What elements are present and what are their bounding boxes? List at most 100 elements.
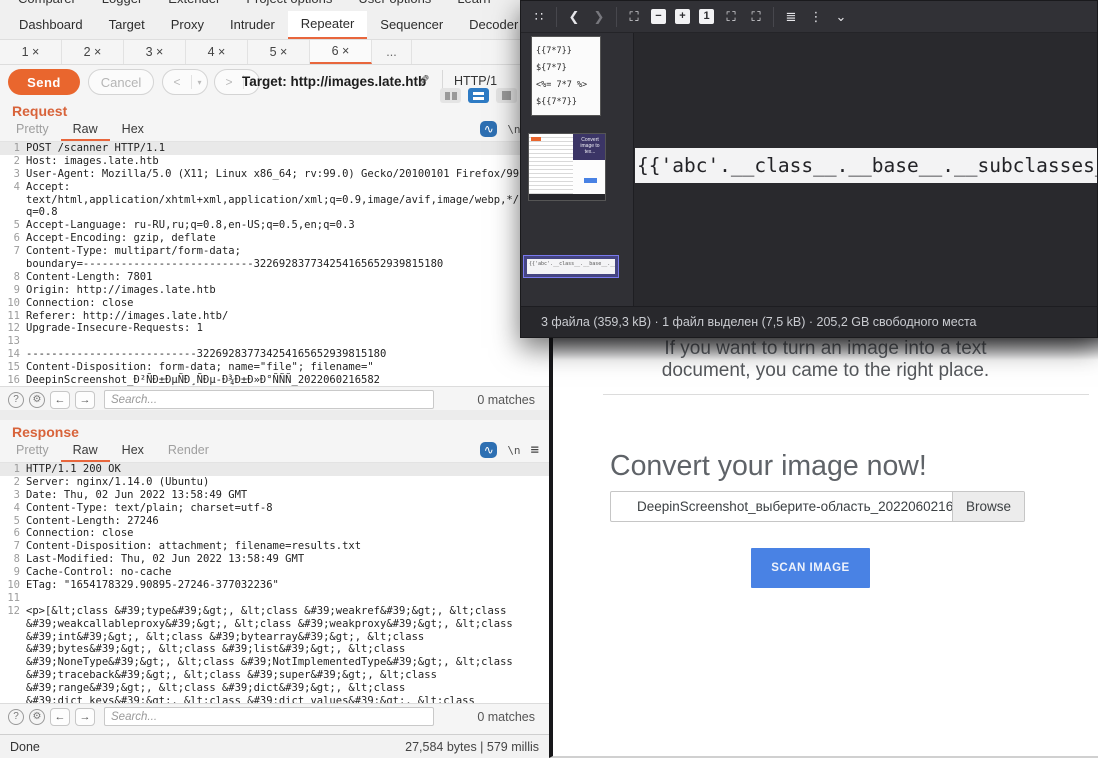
next-match-button[interactable]: →	[75, 708, 95, 726]
prev-match-button[interactable]: ←	[50, 391, 70, 409]
file-upload-input[interactable]: DeepinScreenshot_выберите-область_202206…	[610, 491, 1025, 522]
zoom-out-icon[interactable]: −	[651, 9, 666, 24]
repeater-tab-6[interactable]: 6 ×	[310, 40, 372, 64]
next-match-button[interactable]: →	[75, 391, 95, 409]
code-line: q=0.8	[0, 206, 549, 219]
thumb-text-line: {{7*7}}	[536, 43, 600, 60]
layout-columns-button[interactable]	[440, 88, 461, 103]
panel-layout-buttons	[440, 88, 517, 103]
viewer-thumbnail-panel: {{7*7}}${7*7}<%= 7*7 %>${{7*7}} Convert …	[521, 33, 634, 306]
divider	[603, 394, 1089, 395]
http-version-selector[interactable]: HTTP/1	[454, 74, 497, 88]
collapse-panel-icon[interactable]: ⌄	[833, 9, 849, 25]
code-line: 5Accept-Language: ru-RU,ru;q=0.8,en-US;q…	[0, 219, 549, 232]
repeater-tab-more[interactable]: ...	[372, 40, 412, 64]
repeater-tab-2[interactable]: 2 ×	[62, 40, 124, 64]
repeater-instance-tabs: 1 ×2 ×3 ×4 ×5 ×6 ×...	[0, 40, 549, 65]
code-line: 3User-Agent: Mozilla/5.0 (X11; Linux x86…	[0, 168, 549, 181]
code-line: 7Content-Disposition: attachment; filena…	[0, 540, 549, 553]
tab-repeater[interactable]: Repeater	[288, 11, 367, 39]
thumbnail-view-icon[interactable]: ≣	[783, 9, 799, 25]
tab-logger[interactable]: Logger	[102, 0, 142, 6]
response-editor[interactable]: 1HTTP/1.1 200 OK2Server: nginx/1.14.0 (U…	[0, 462, 549, 703]
repeater-tab-3[interactable]: 3 ×	[124, 40, 186, 64]
request-search-input[interactable]	[104, 390, 434, 409]
code-line: &#39;traceback&#39;&gt;, &lt;class &#39;…	[0, 669, 549, 682]
newline-toggle-icon[interactable]: \n	[507, 123, 520, 136]
tab-sequencer[interactable]: Sequencer	[367, 11, 456, 39]
fit-window-icon[interactable]: ⛶	[723, 9, 739, 25]
tab-proxy[interactable]: Proxy	[158, 11, 217, 39]
response-search-input[interactable]	[104, 707, 434, 726]
code-line: 3Date: Thu, 02 Jun 2022 13:58:49 GMT	[0, 489, 549, 502]
tab-comparer[interactable]: Comparer	[18, 0, 76, 6]
response-tab-raw[interactable]: Raw	[61, 443, 110, 462]
code-line: 4Accept:	[0, 181, 549, 194]
file-count-status: 3 файла (359,3 kB) · 1 файл выделен (7,5…	[541, 315, 977, 329]
more-options-icon[interactable]: ⋮	[808, 9, 824, 25]
thumbnail-selected-payload[interactable]: {{'abc'.__class__.__base__.__subclasses_…	[523, 255, 619, 278]
layout-rows-button[interactable]	[468, 88, 489, 103]
tab-target[interactable]: Target	[96, 11, 158, 39]
image-viewer-window: ∷❮❯⛶−+1⛶⛶≣⋮⌄ {{7*7}}${7*7}<%= 7*7 %>${{7…	[520, 0, 1098, 338]
tab-project-options[interactable]: Project options	[246, 0, 332, 6]
send-button[interactable]: Send	[8, 69, 80, 95]
apps-grid-icon[interactable]: ∷	[531, 9, 547, 25]
prev-match-button[interactable]: ←	[50, 708, 70, 726]
repeater-tab-1[interactable]: 1 ×	[0, 40, 62, 64]
thumb-burp-area	[529, 134, 573, 196]
request-tab-raw[interactable]: Raw	[61, 122, 110, 141]
layout-single-button[interactable]	[496, 88, 517, 103]
image-payload-text: {{'abc'.__class__.__base__.__subclasses_…	[637, 154, 1097, 177]
help-icon[interactable]: ?	[8, 392, 24, 408]
prettify-icon[interactable]: ∿	[480, 442, 497, 458]
repeater-tab-5[interactable]: 5 ×	[248, 40, 310, 64]
viewer-body: {{7*7}}${7*7}<%= 7*7 %>${{7*7}} Convert …	[521, 33, 1097, 306]
response-metrics: 27,584 bytes | 579 millis	[405, 740, 539, 754]
zoom-original-icon[interactable]: 1	[699, 9, 714, 24]
edit-target-icon[interactable]: ✎	[418, 72, 430, 89]
prettify-icon[interactable]: ∿	[480, 121, 497, 137]
viewer-toolbar: ∷❮❯⛶−+1⛶⛶≣⋮⌄	[521, 1, 1097, 33]
search-settings-icon[interactable]: ⚙	[29, 392, 45, 408]
request-search-bar: ? ⚙ ← → 0 matches	[0, 386, 549, 412]
next-image-icon[interactable]: ❯	[591, 9, 607, 25]
tab-dashboard[interactable]: Dashboard	[6, 11, 96, 39]
tab-extender[interactable]: Extender	[168, 0, 220, 6]
thumb-page-header: Convert image to tex...	[573, 134, 606, 160]
code-line: 13	[0, 335, 549, 348]
fullscreen-icon[interactable]: ⛶	[748, 9, 764, 25]
burp-main-tabs: DashboardTargetProxyIntruderRepeaterSequ…	[0, 11, 549, 40]
request-tab-pretty[interactable]: Pretty	[4, 122, 61, 141]
newline-toggle-icon[interactable]: \n	[507, 444, 520, 457]
browse-button[interactable]: Browse	[952, 492, 1024, 521]
response-match-count: 0 matches	[477, 710, 535, 724]
repeater-tab-4[interactable]: 4 ×	[186, 40, 248, 64]
response-tab-hex[interactable]: Hex	[110, 443, 156, 462]
zoom-in-icon[interactable]: +	[675, 9, 690, 24]
help-icon[interactable]: ?	[8, 709, 24, 725]
history-back-button[interactable]: < ▾	[162, 69, 208, 95]
editor-menu-icon[interactable]: ≡	[531, 442, 539, 458]
thumbnail-screenshot[interactable]: Convert image to tex...	[528, 133, 606, 201]
fit-width-icon[interactable]: ⛶	[626, 9, 642, 25]
prev-image-icon[interactable]: ❮	[566, 9, 582, 25]
search-settings-icon[interactable]: ⚙	[29, 709, 45, 725]
tab-user-options[interactable]: User options	[358, 0, 431, 6]
tab-intruder[interactable]: Intruder	[217, 11, 288, 39]
code-line: 10ETag: "1654178329.90895-27246-37703223…	[0, 579, 549, 592]
panel-divider[interactable]	[0, 410, 549, 420]
code-line: 12Upgrade-Insecure-Requests: 1	[0, 322, 549, 335]
request-match-count: 0 matches	[477, 393, 535, 407]
toolbar-separator	[556, 7, 557, 27]
scan-image-button[interactable]: SCAN IMAGE	[751, 548, 870, 588]
thumbnail-ssti-payloads[interactable]: {{7*7}}${7*7}<%= 7*7 %>${{7*7}}	[531, 36, 601, 116]
request-editor[interactable]: 1POST /scanner HTTP/1.12Host: images.lat…	[0, 141, 549, 386]
request-tab-hex[interactable]: Hex	[110, 122, 156, 141]
cancel-button[interactable]: Cancel	[88, 69, 154, 95]
code-line: 1POST /scanner HTTP/1.1	[0, 142, 549, 155]
code-line: 6Connection: close	[0, 527, 549, 540]
tab-learn[interactable]: Learn	[457, 0, 490, 6]
response-tab-pretty[interactable]: Pretty	[4, 443, 61, 462]
response-tab-render[interactable]: Render	[156, 443, 221, 462]
